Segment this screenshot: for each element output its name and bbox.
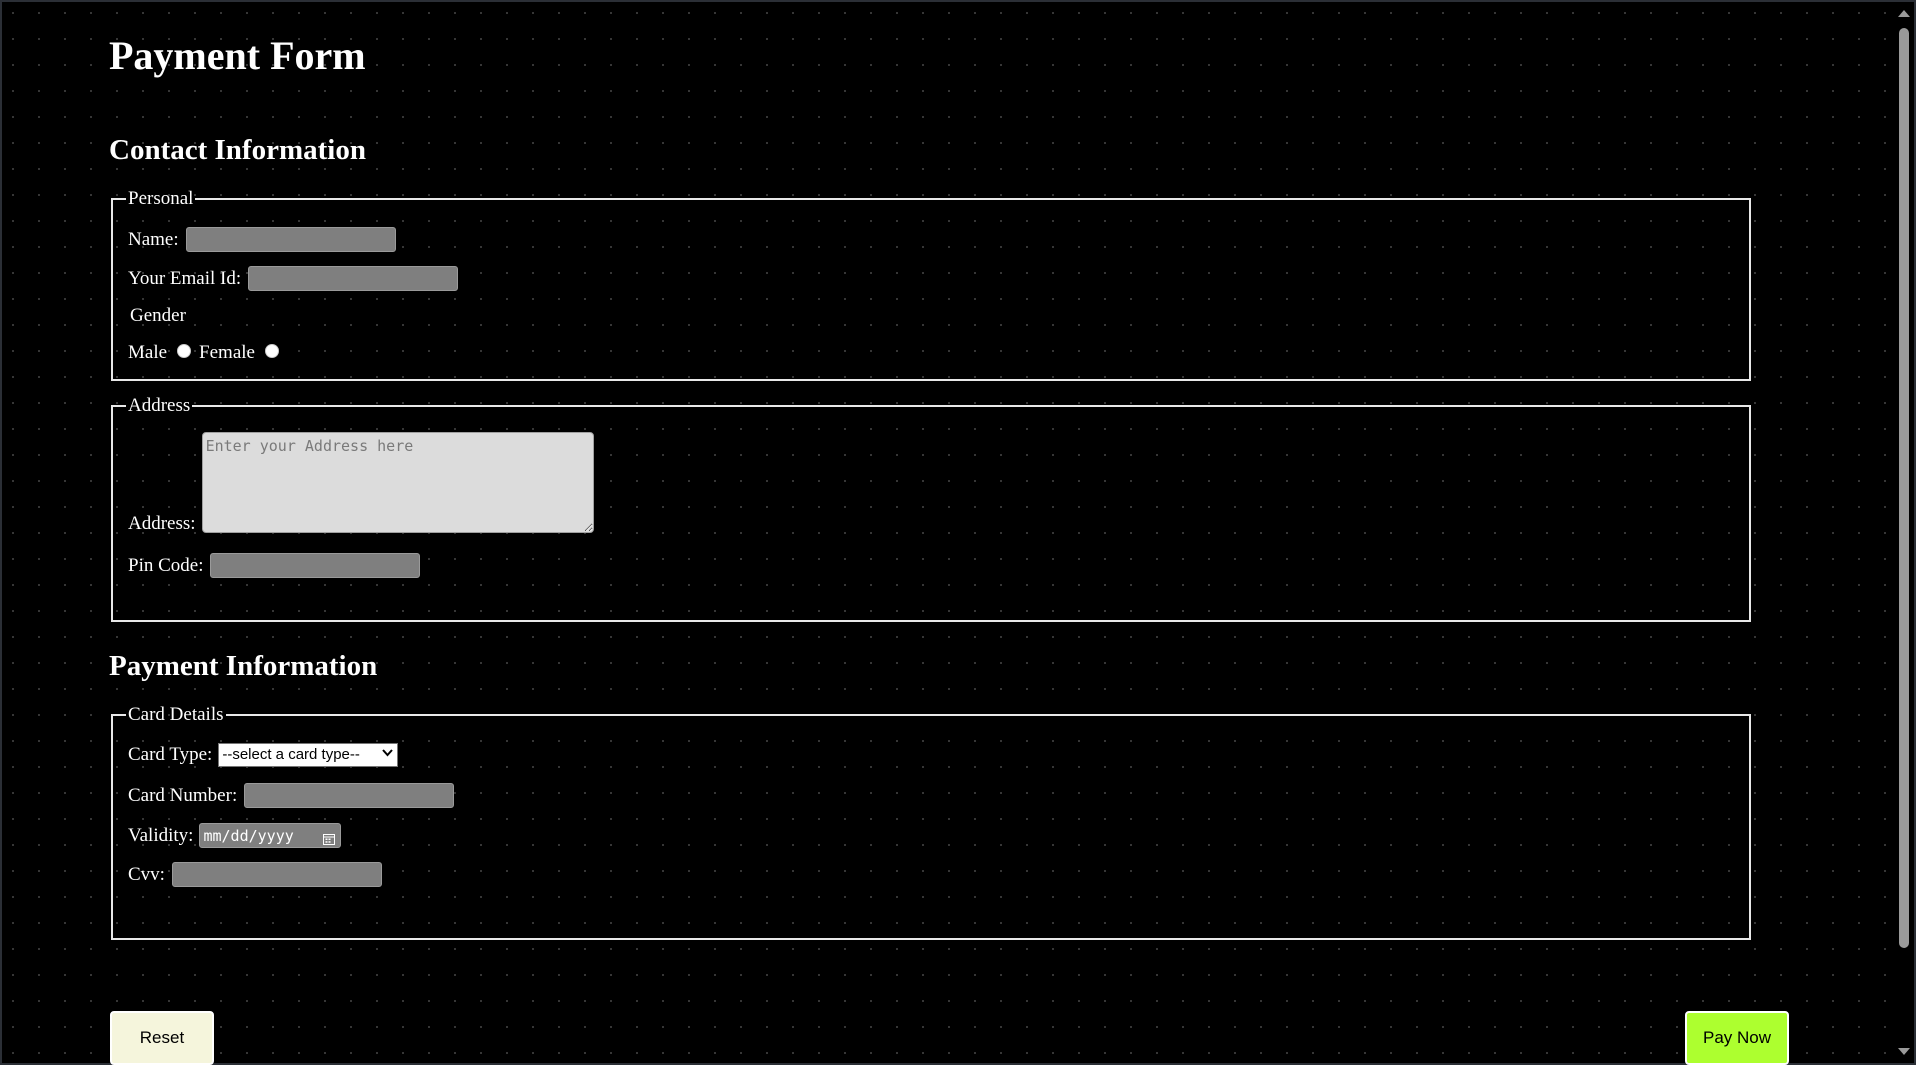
scroll-down-arrow-icon[interactable]	[1898, 1048, 1910, 1055]
card-type-select[interactable]: --select a card type--	[218, 743, 399, 767]
email-input[interactable]	[248, 266, 459, 291]
validity-date-input[interactable]: mm/dd/yyyy	[199, 823, 342, 848]
address-label: Address:	[128, 513, 196, 534]
address-row: Address:	[128, 432, 1733, 534]
card-number-input[interactable]	[244, 783, 455, 808]
validity-row: Validity: mm/dd/yyyy	[128, 823, 1733, 848]
card-type-label: Card Type:	[128, 744, 213, 765]
card-details-fieldset: Card Details Card Type: --select a card …	[111, 704, 1751, 940]
address-textarea[interactable]	[201, 432, 594, 533]
female-label: Female	[199, 342, 255, 363]
calendar-icon[interactable]	[323, 829, 336, 845]
card-type-row: Card Type: --select a card type--	[128, 743, 1733, 767]
male-label: Male	[128, 342, 168, 363]
validity-label: Validity:	[128, 824, 194, 846]
card-type-selected-value: --select a card type--	[222, 746, 360, 763]
pin-code-row: Pin Code:	[128, 553, 1733, 578]
cvv-row: Cvv:	[128, 862, 1733, 887]
chevron-down-icon	[382, 747, 394, 763]
contact-information-heading: Contact Information	[109, 134, 366, 166]
gender-label: Gender	[130, 305, 186, 326]
reset-button[interactable]: Reset	[110, 1011, 214, 1065]
gender-row: Gender	[128, 305, 1733, 327]
name-label: Name:	[128, 228, 179, 250]
scrollbar-thumb[interactable]	[1899, 28, 1909, 948]
address-legend: Address	[128, 395, 191, 416]
female-radio[interactable]	[264, 344, 279, 358]
page-title: Payment Form	[109, 33, 366, 78]
gender-options-row: Male Female	[128, 342, 1733, 364]
personal-legend: Personal	[128, 188, 194, 209]
pin-code-label: Pin Code:	[128, 554, 204, 576]
payment-form-page: Payment Form Contact Information Persona…	[109, 2, 1789, 940]
vertical-scrollbar[interactable]	[1894, 2, 1914, 1063]
name-row: Name:	[128, 227, 1733, 252]
pay-now-button[interactable]: Pay Now	[1685, 1011, 1789, 1065]
scroll-up-arrow-icon[interactable]	[1898, 10, 1910, 17]
email-label: Your Email Id:	[128, 267, 242, 289]
card-number-label: Card Number:	[128, 784, 238, 806]
name-input[interactable]	[185, 227, 396, 252]
address-fieldset: Address Address: Pin Code:	[111, 395, 1751, 622]
personal-fieldset: Personal Name: Your Email Id: Gender Mal…	[111, 188, 1751, 381]
pin-code-input[interactable]	[210, 553, 421, 578]
card-details-legend: Card Details	[128, 704, 224, 725]
male-radio[interactable]	[177, 344, 192, 358]
cvv-input[interactable]	[171, 862, 382, 887]
cvv-label: Cvv:	[128, 863, 165, 885]
email-row: Your Email Id:	[128, 266, 1733, 291]
card-number-row: Card Number:	[128, 783, 1733, 808]
payment-information-heading: Payment Information	[109, 650, 378, 682]
validity-placeholder: mm/dd/yyyy	[203, 826, 294, 845]
